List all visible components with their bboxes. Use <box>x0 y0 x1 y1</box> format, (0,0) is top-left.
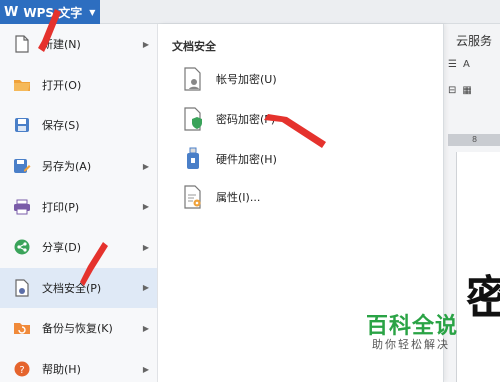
submenu-title: 文档安全 <box>172 40 216 53</box>
folder-open-icon <box>12 76 32 94</box>
account-encrypt-icon <box>182 66 204 92</box>
submenu-item-label: 属性(I)... <box>216 191 261 204</box>
chevron-right-icon: ▶ <box>142 202 149 212</box>
help-icon: ? <box>12 360 32 378</box>
ruler: 8 <box>448 134 500 146</box>
document-text: 密 <box>466 271 500 325</box>
save-icon <box>12 116 32 134</box>
menu-item-label: 另存为(A) <box>42 160 92 174</box>
menu-item-label: 打印(P) <box>42 200 80 214</box>
printer-icon <box>12 198 32 216</box>
app-title: WPS 文字 <box>23 5 83 20</box>
chevron-right-icon: ▶ <box>142 323 149 333</box>
menu-item-label: 新建(N) <box>42 38 81 52</box>
menu-item-label: 备份与恢复(K) <box>42 322 113 336</box>
submenu-item-properties[interactable]: 属性(I)... <box>182 182 260 212</box>
menu-item-help[interactable]: ? 帮助(H) ▶ <box>0 349 157 382</box>
menu-item-label: 文档安全(P) <box>42 281 102 295</box>
chevron-down-icon: ▼ <box>89 7 96 17</box>
table-icon[interactable]: ▦ <box>462 85 471 96</box>
menu-item-label: 保存(S) <box>42 119 80 133</box>
menu-item-label: 帮助(H) <box>42 363 81 377</box>
menu-item-share[interactable]: 分享(D) ▶ <box>0 227 157 268</box>
hardware-encrypt-icon <box>182 146 204 172</box>
submenu-item-hardware-encrypt[interactable]: 硬件加密(H) <box>182 144 277 174</box>
align-icon[interactable]: ☰ <box>448 59 457 70</box>
chevron-right-icon: ▶ <box>142 283 149 293</box>
submenu-item-password-encrypt[interactable]: 密码加密(P) <box>182 104 275 134</box>
title-bar-strip <box>100 0 500 24</box>
svg-text:?: ? <box>19 365 24 376</box>
chevron-right-icon: ▶ <box>142 39 149 49</box>
watermark-subtitle: 助你轻松解决 <box>372 338 450 351</box>
menu-item-print[interactable]: 打印(P) ▶ <box>0 186 157 227</box>
menu-item-open[interactable]: 打开(O) <box>0 65 157 106</box>
ribbon-toolbar-row-1: ☰ A <box>448 54 500 74</box>
app-menu-button[interactable]: W WPS 文字 ▼ <box>0 0 100 24</box>
menu-item-document-security[interactable]: 文档安全(P) ▶ <box>0 267 157 309</box>
chevron-right-icon: ▶ <box>142 161 149 171</box>
font-style-icon[interactable]: A <box>463 59 470 70</box>
submenu-item-account-encrypt[interactable]: 帐号加密(U) <box>182 64 277 94</box>
password-encrypt-icon <box>182 106 204 132</box>
ribbon-toolbar-row-2: ⊟ ▦ <box>448 80 500 100</box>
file-menu: 新建(N) ▶ 打开(O) 保存(S) 另存为(A) ▶ 打印(P) ▶ 分享(… <box>0 24 158 382</box>
new-doc-icon <box>12 35 32 53</box>
chevron-right-icon: ▶ <box>142 364 149 374</box>
ruler-mark: 8 <box>472 135 478 144</box>
submenu-item-label: 密码加密(P) <box>216 113 276 126</box>
menu-item-label: 打开(O) <box>42 78 82 92</box>
save-as-icon <box>12 157 32 175</box>
menu-item-backup-restore[interactable]: 备份与恢复(K) ▶ <box>0 308 157 349</box>
document-security-icon <box>12 279 32 297</box>
chevron-right-icon: ▶ <box>142 242 149 252</box>
menu-item-new[interactable]: 新建(N) ▶ <box>0 24 157 65</box>
indent-icon[interactable]: ⊟ <box>448 85 456 96</box>
menu-item-label: 分享(D) <box>42 241 82 255</box>
tab-cloud-service[interactable]: 云服务 <box>456 32 492 49</box>
backup-restore-icon <box>12 319 32 337</box>
menu-item-save-as[interactable]: 另存为(A) ▶ <box>0 146 157 187</box>
properties-icon <box>182 184 204 210</box>
submenu-item-label: 硬件加密(H) <box>216 153 277 166</box>
submenu-item-label: 帐号加密(U) <box>216 73 277 86</box>
share-icon <box>12 238 32 256</box>
menu-item-save[interactable]: 保存(S) <box>0 105 157 146</box>
wps-logo-icon: W <box>4 4 19 20</box>
